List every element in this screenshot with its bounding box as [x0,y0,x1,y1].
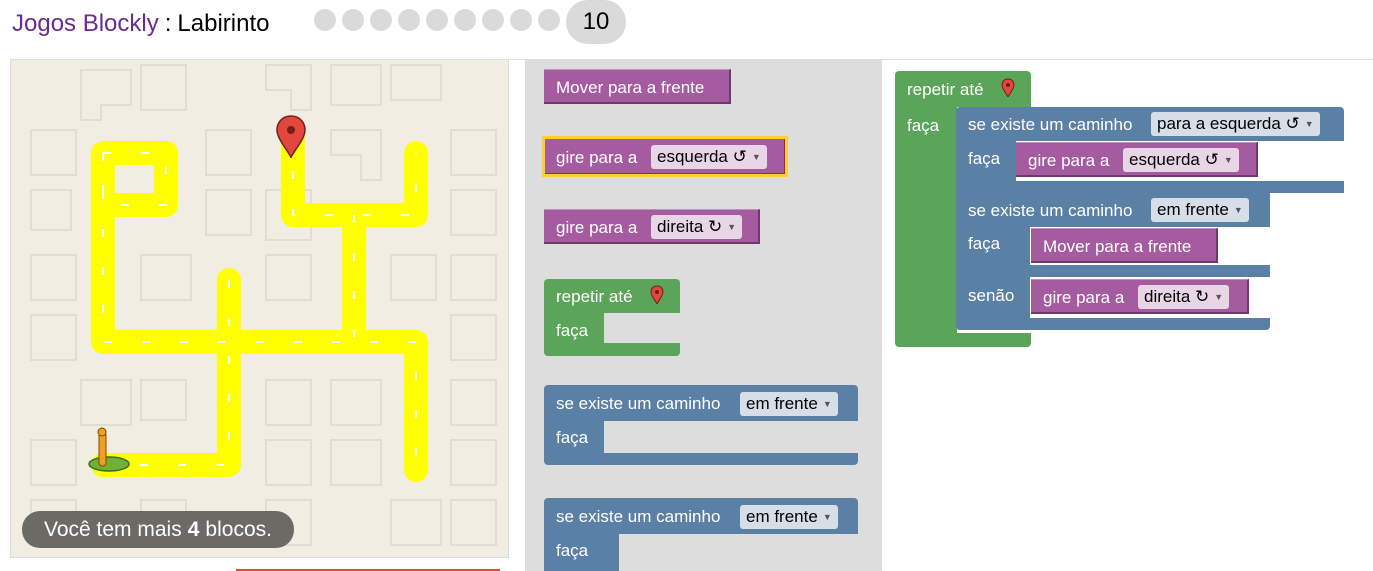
block-label: se existe um caminho [556,507,721,526]
direction-dropdown[interactable]: esquerda ↺ ▼ [651,145,767,169]
block-label: gire para a [556,148,638,167]
level-dot[interactable] [454,9,476,31]
level-dot[interactable] [314,9,336,31]
level-dot[interactable] [510,9,532,31]
level-dot[interactable] [370,9,392,31]
header: Jogos Blockly : Labirinto [12,4,269,44]
level-dot[interactable] [426,9,448,31]
capacity-count: 4 [187,517,200,541]
current-level-badge[interactable]: 10 [566,0,626,44]
if-path-left-block[interactable]: se existe um caminho para a esquerda ↺ ▼ … [956,107,1344,193]
block-footer [544,453,858,465]
direction-dropdown[interactable]: em frente ▼ [1151,198,1249,222]
block-label: repetir até [907,80,984,99]
dropdown-arrow-icon: ▼ [1304,119,1314,129]
block-label: gire para a [1028,151,1110,170]
block-do-label: faça [907,116,940,135]
block-label: Mover para a frente [1043,237,1192,256]
dropdown-value: em frente [746,394,818,413]
blocks-remaining-message: Você tem mais 4 blocos. [22,511,294,548]
toolbox-repeat-until-block[interactable]: repetir até faça [544,279,680,356]
if-else-path-block[interactable]: se existe um caminho em frente ▼ faça sen… [956,193,1270,330]
capacity-text-before: Você tem mais [44,517,182,541]
direction-dropdown[interactable]: em frente ▼ [740,392,838,416]
block-label: se existe um caminho [968,201,1133,220]
turn-right-block[interactable]: gire para a direita ↻ ▼ [1031,279,1249,314]
maze-board [10,59,509,558]
maze-graphic [30,64,497,546]
block-label: se existe um caminho [968,115,1133,134]
block-footer [895,333,1031,347]
dropdown-value: direita ↻ [657,217,723,236]
direction-dropdown[interactable]: direita ↻ ▼ [1138,285,1230,309]
level-dot[interactable] [538,9,560,31]
dropdown-arrow-icon: ▼ [751,152,761,162]
dropdown-arrow-icon: ▼ [822,399,832,409]
toolbox-if-path-block[interactable]: se existe um caminho em frente ▼ faça [544,385,858,465]
goal-marker-icon [1001,78,1015,98]
level-dot[interactable] [482,9,504,31]
block-else-label: senão [968,286,1015,305]
block-do-label: faça [968,149,1001,168]
block-spine [895,107,957,333]
app-title-link[interactable]: Jogos Blockly [12,10,159,38]
block-do-label: faça [556,428,589,447]
block-label: gire para a [1043,288,1125,307]
block-do-label: faça [968,234,1001,253]
turn-left-block[interactable]: gire para a esquerda ↺ ▼ [1016,142,1258,177]
dropdown-arrow-icon: ▼ [1223,155,1233,165]
dropdown-arrow-icon: ▼ [1233,205,1243,215]
capacity-text-after: blocos. [205,517,272,541]
dropdown-value: em frente [746,507,818,526]
block-label: Mover para a frente [556,78,705,97]
pegman-start-icon [88,427,130,472]
dropdown-value: esquerda ↺ [657,147,747,166]
move-forward-block[interactable]: Mover para a frente [1031,228,1218,263]
block-do-label: faça [556,541,589,560]
game-title: Labirinto [177,10,270,37]
dropdown-value: para a esquerda ↺ [1157,114,1300,133]
direction-dropdown[interactable]: em frente ▼ [740,505,838,529]
direction-dropdown[interactable]: esquerda ↺ ▼ [1123,148,1239,172]
block-label: repetir até [556,287,633,306]
dropdown-arrow-icon: ▼ [1214,292,1224,302]
block-do-label: faça [556,321,589,340]
dropdown-arrow-icon: ▼ [822,512,832,522]
block-toolbox: Mover para a frente gire para a esquerda… [525,60,882,571]
dropdown-value: direita ↻ [1144,287,1210,306]
goal-marker-icon [650,285,664,305]
block-footer [956,318,1270,330]
level-dot[interactable] [342,9,364,31]
dropdown-arrow-icon: ▼ [727,222,737,232]
toolbox-move-forward-block[interactable]: Mover para a frente [544,69,731,104]
level-selector [314,9,560,31]
dropdown-value: esquerda ↺ [1129,150,1219,169]
toolbox-turn-right-block[interactable]: gire para a direita ↻ ▼ [544,209,760,244]
title-separator: : [164,10,172,37]
block-footer [956,181,1344,193]
block-label: gire para a [556,218,638,237]
toolbox-if-path-block[interactable]: se existe um caminho em frente ▼ faça [544,498,858,571]
toolbox-turn-left-block[interactable]: gire para a esquerda ↺ ▼ [542,136,788,177]
dropdown-value: em frente [1157,200,1229,219]
block-middle-bar [956,265,1270,277]
direction-dropdown[interactable]: direita ↻ ▼ [651,215,743,239]
block-footer [544,343,680,356]
level-dot[interactable] [398,9,420,31]
workspace: repetir até faça se existe um caminho pa… [882,60,1373,571]
block-label: se existe um caminho [556,394,721,413]
direction-dropdown[interactable]: para a esquerda ↺ ▼ [1151,112,1320,136]
